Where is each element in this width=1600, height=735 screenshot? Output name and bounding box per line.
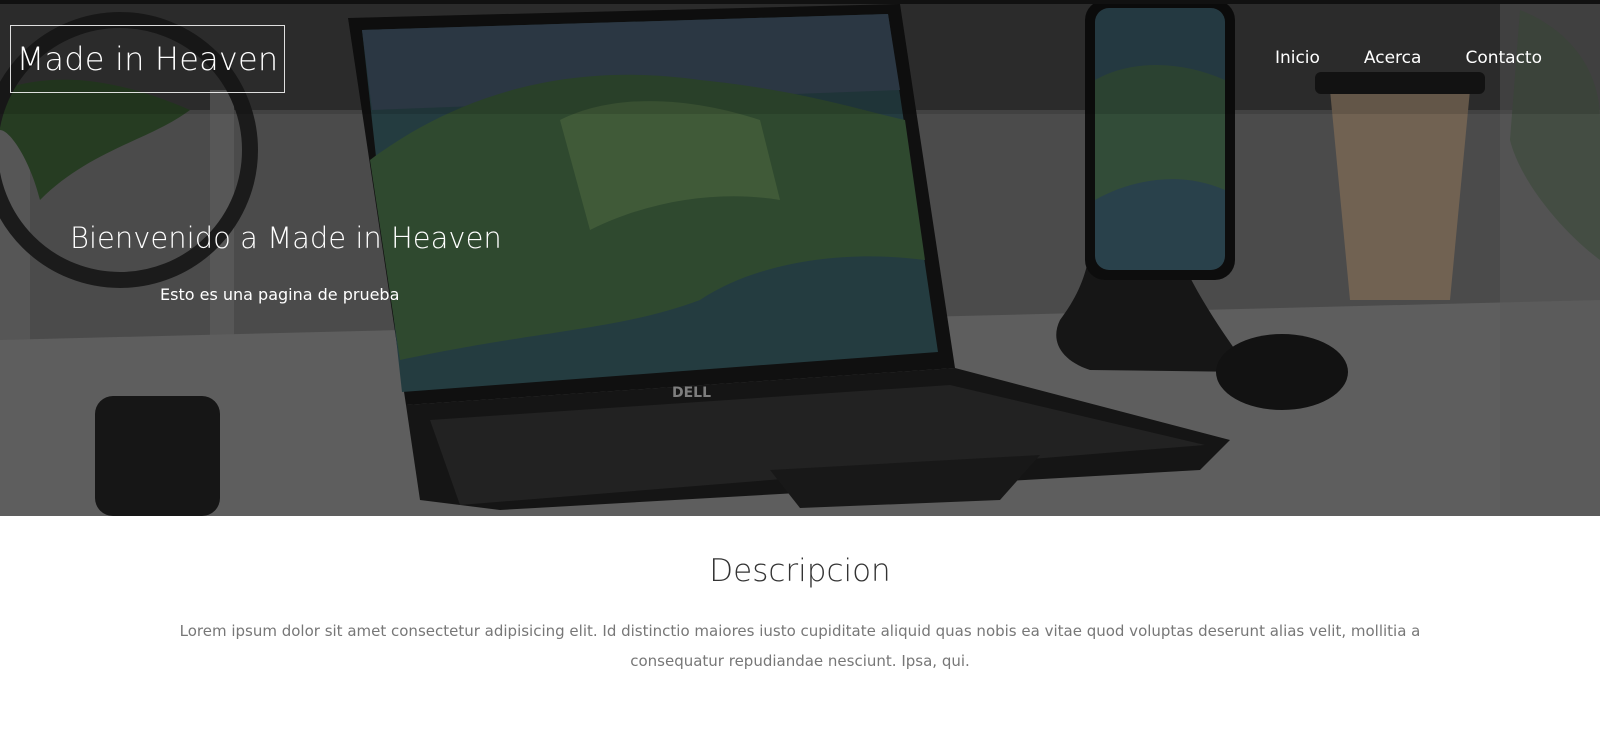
- main-navigation: Inicio Acerca Contacto: [1275, 48, 1542, 68]
- hero-title: Bienvenido a Made in Heaven: [70, 221, 502, 255]
- top-edge-line: [0, 0, 1600, 4]
- nav-link-inicio[interactable]: Inicio: [1275, 48, 1320, 68]
- section-heading: Descripcion: [709, 553, 891, 589]
- hero-banner: DELL Made in Heaven Inicio Acerca Contac…: [0, 0, 1600, 516]
- section-body-text: Lorem ipsum dolor sit amet consectetur a…: [179, 622, 1421, 670]
- hero-subtitle: Esto es una pagina de prueba: [160, 285, 400, 304]
- nav-link-contacto[interactable]: Contacto: [1465, 48, 1542, 68]
- nav-link-acerca[interactable]: Acerca: [1364, 48, 1422, 68]
- description-section: Descripcion Lorem ipsum dolor sit amet c…: [0, 516, 1600, 735]
- brand-logo-box[interactable]: Made in Heaven: [10, 25, 285, 93]
